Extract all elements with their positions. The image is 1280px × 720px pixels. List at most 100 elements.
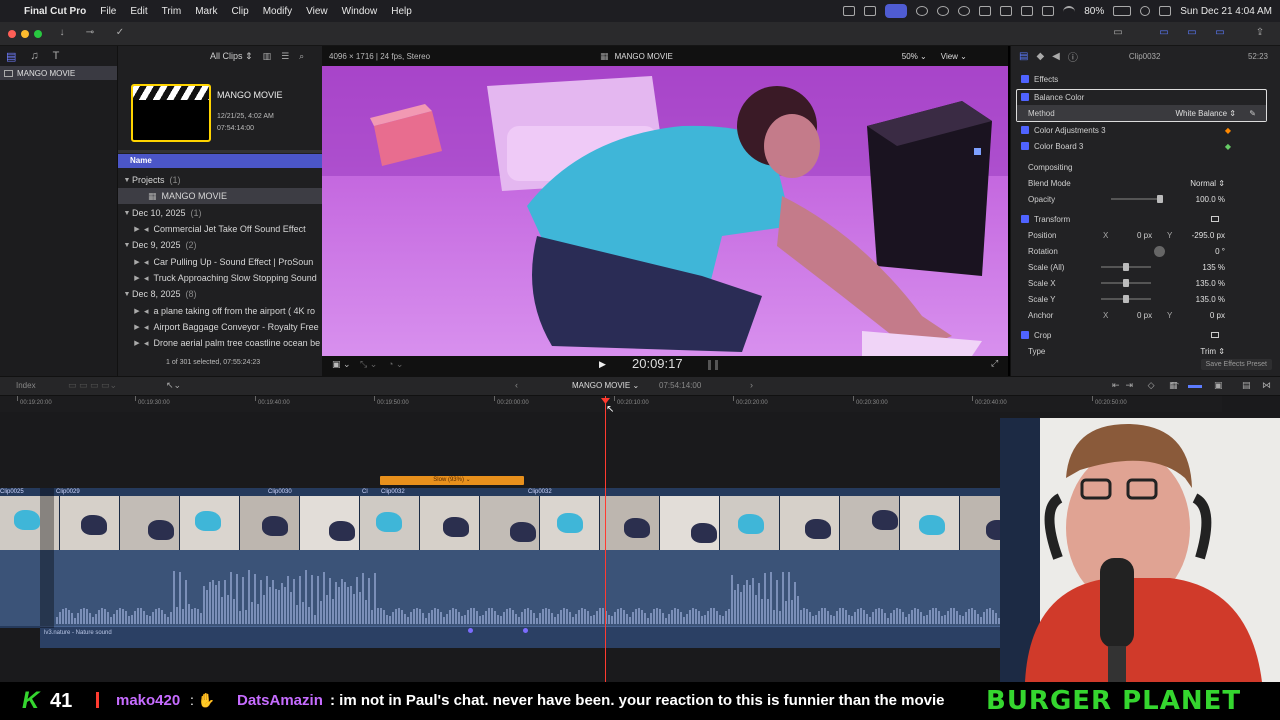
scale-y-slider[interactable] xyxy=(1101,295,1151,303)
color-wheel-icon[interactable]: ◆ xyxy=(1225,126,1231,135)
keyframe-icon[interactable] xyxy=(468,628,473,633)
browser-clip-row[interactable]: ▶ ◂ Commercial Jet Take Off Sound Effect xyxy=(118,221,322,237)
slider-knob[interactable] xyxy=(1123,279,1129,287)
menu-help[interactable]: Help xyxy=(391,6,412,17)
browser-clip-row[interactable]: ▶ ◂ Car Pulling Up - Sound Effect | ProSou… xyxy=(118,254,322,270)
checkbox-icon[interactable] xyxy=(1021,331,1029,339)
scale-all-value[interactable]: 135 % xyxy=(1202,263,1225,272)
method-popup[interactable]: White Balance ⇕ xyxy=(1175,109,1236,118)
crop-onscreen-icon[interactable] xyxy=(1211,332,1219,338)
anchor-y-value[interactable]: 0 px xyxy=(1210,311,1225,320)
browser-project-row[interactable]: ▦ MANGO MOVIE xyxy=(118,188,322,204)
play-icon[interactable] xyxy=(958,6,971,16)
status-icon[interactable] xyxy=(937,6,950,16)
browser-clip-row[interactable]: ▶ ◂ Airport Baggage Conveyor - Royalty Fre… xyxy=(118,319,322,335)
filmstrip-icon[interactable]: ▥ xyxy=(263,51,272,62)
wifi-icon[interactable] xyxy=(1063,6,1076,16)
expand-triangle-icon[interactable]: ▶ xyxy=(132,258,142,266)
expand-triangle-icon[interactable]: ▶ xyxy=(132,274,142,282)
back-icon[interactable]: ‹ xyxy=(515,380,518,390)
scale-x-slider[interactable] xyxy=(1101,279,1151,287)
position-row[interactable]: Position X 0 px Y -295.0 px xyxy=(1011,227,1280,243)
color-board-row[interactable]: Color Board 3 ◆ xyxy=(1011,138,1280,154)
library-item[interactable]: MANGO MOVIE xyxy=(0,66,117,80)
list-view-icon[interactable]: ☰ xyxy=(281,51,289,62)
clip-name-label[interactable]: Clip0032 xyxy=(381,489,405,495)
minimize-window-icon[interactable] xyxy=(21,30,29,38)
expand-triangle-icon[interactable]: ▶ xyxy=(132,225,142,233)
scale-x-value[interactable]: 135.0 % xyxy=(1196,279,1225,288)
checkbox-icon[interactable] xyxy=(1021,126,1029,134)
volume-icon[interactable] xyxy=(979,6,992,16)
opacity-row[interactable]: Opacity 100.0 % xyxy=(1011,191,1280,207)
crop-type-popup[interactable]: Trim ⇕ xyxy=(1200,347,1225,356)
view-dropdown[interactable]: View ⌄ xyxy=(941,52,967,61)
expand-triangle-icon[interactable]: ▶ xyxy=(132,307,142,315)
status-icon[interactable] xyxy=(1000,6,1013,16)
connected-audio-clip[interactable]: lv3.nature - Nature sound xyxy=(40,626,1040,648)
opacity-value[interactable]: 100.0 % xyxy=(1196,195,1225,204)
crop-section-header[interactable]: Crop xyxy=(1011,327,1280,343)
browser-group-row[interactable]: ▼ Projects (1) xyxy=(118,172,322,188)
scale-y-row[interactable]: Scale Y 135.0 % xyxy=(1011,291,1280,307)
color-wheel-icon[interactable]: ◆ xyxy=(1225,142,1231,151)
search-icon[interactable]: ⌕ xyxy=(299,51,304,62)
transform-section-header[interactable]: Transform xyxy=(1011,211,1280,227)
photos-audio-icon[interactable]: ♫ xyxy=(30,50,38,62)
status-icon[interactable] xyxy=(1042,6,1055,16)
clip-filter-dropdown[interactable]: All Clips ⇕ xyxy=(210,51,253,62)
expand-triangle-icon[interactable]: ▶ xyxy=(132,339,142,347)
name-column-header[interactable]: Name xyxy=(118,154,322,168)
opacity-slider[interactable] xyxy=(1111,195,1163,203)
titles-generators-icon[interactable]: T xyxy=(53,50,60,62)
anchor-x-value[interactable]: 0 px xyxy=(1137,311,1152,320)
clock[interactable]: Sun Dec 21 4:04 AM xyxy=(1180,6,1272,17)
snapping-icon[interactable] xyxy=(1188,385,1202,388)
status-active-icon[interactable] xyxy=(885,4,908,18)
menu-modify[interactable]: Modify xyxy=(263,6,292,17)
speed-icon[interactable]: ◔ ⌄ xyxy=(388,359,403,370)
clip-name-label[interactable]: Clip0030 xyxy=(268,489,292,495)
import-icon[interactable]: ↓ xyxy=(54,26,70,40)
rotation-dial-icon[interactable] xyxy=(1154,245,1165,257)
method-row[interactable]: Method White Balance ⇕ ✎ xyxy=(1017,105,1266,121)
show-timeline-icon[interactable]: ▭ xyxy=(1182,26,1202,40)
project-thumbnail[interactable] xyxy=(131,84,211,142)
status-icon[interactable] xyxy=(864,6,877,16)
scale-all-row[interactable]: Scale (All) 135 % xyxy=(1011,259,1280,275)
blend-mode-popup[interactable]: Normal ⇕ xyxy=(1190,179,1225,188)
clip-name-label[interactable]: Clip0032 xyxy=(528,489,552,495)
disclosure-triangle-icon[interactable]: ▼ xyxy=(122,291,132,298)
balance-color-row[interactable]: Balance Color xyxy=(1011,89,1280,105)
info-inspector-icon[interactable]: ⓘ xyxy=(1068,49,1078,64)
clip-name-label[interactable]: Clip0029 xyxy=(56,489,80,495)
clip-name-label[interactable]: Cl xyxy=(362,489,368,495)
position-y-value[interactable]: -295.0 px xyxy=(1192,231,1225,240)
show-browser-icon[interactable]: ▭ xyxy=(1154,26,1174,40)
menu-edit[interactable]: Edit xyxy=(130,6,147,17)
menu-clip[interactable]: Clip xyxy=(231,6,248,17)
browser-clip-row[interactable]: ▶ ◂ Truck Approaching Slow Stopping Sound xyxy=(118,270,322,286)
battery-icon[interactable] xyxy=(1113,6,1132,16)
play-button-icon[interactable]: ▶ xyxy=(599,359,606,370)
video-inspector-icon[interactable]: ▤ xyxy=(1019,51,1028,62)
checkbox-icon[interactable] xyxy=(1021,93,1029,101)
clip-edge[interactable] xyxy=(40,488,54,628)
show-inspector-icon[interactable]: ▭ xyxy=(1210,26,1230,40)
keyword-icon[interactable]: ⊸ xyxy=(82,26,98,40)
fullscreen-icon[interactable]: ⤢ xyxy=(991,358,998,369)
viewer-options-icon[interactable]: ▣ ⌄ xyxy=(332,359,351,370)
edit-tools-icons[interactable]: ▭ ▭ ▭ ▭⌄ xyxy=(68,380,117,391)
menu-file[interactable]: File xyxy=(100,6,116,17)
control-center-icon[interactable] xyxy=(1159,6,1172,16)
menu-app-name[interactable]: Final Cut Pro xyxy=(24,6,86,17)
rotation-row[interactable]: Rotation 0 ° xyxy=(1011,243,1280,259)
menu-trim[interactable]: Trim xyxy=(162,6,182,17)
crop-type-row[interactable]: Type Trim ⇕ xyxy=(1011,343,1280,359)
compositing-section-header[interactable]: Compositing xyxy=(1011,159,1280,175)
blend-mode-row[interactable]: Blend Mode Normal ⇕ xyxy=(1011,175,1280,191)
color-inspector-icon[interactable]: ◆ xyxy=(1036,51,1044,62)
libraries-icon[interactable]: ▤ xyxy=(6,50,16,63)
color-adjustments-row[interactable]: Color Adjustments 3 ◆ xyxy=(1011,122,1280,138)
browser-group-row[interactable]: ▼ Dec 8, 2025 (8) xyxy=(118,286,322,302)
